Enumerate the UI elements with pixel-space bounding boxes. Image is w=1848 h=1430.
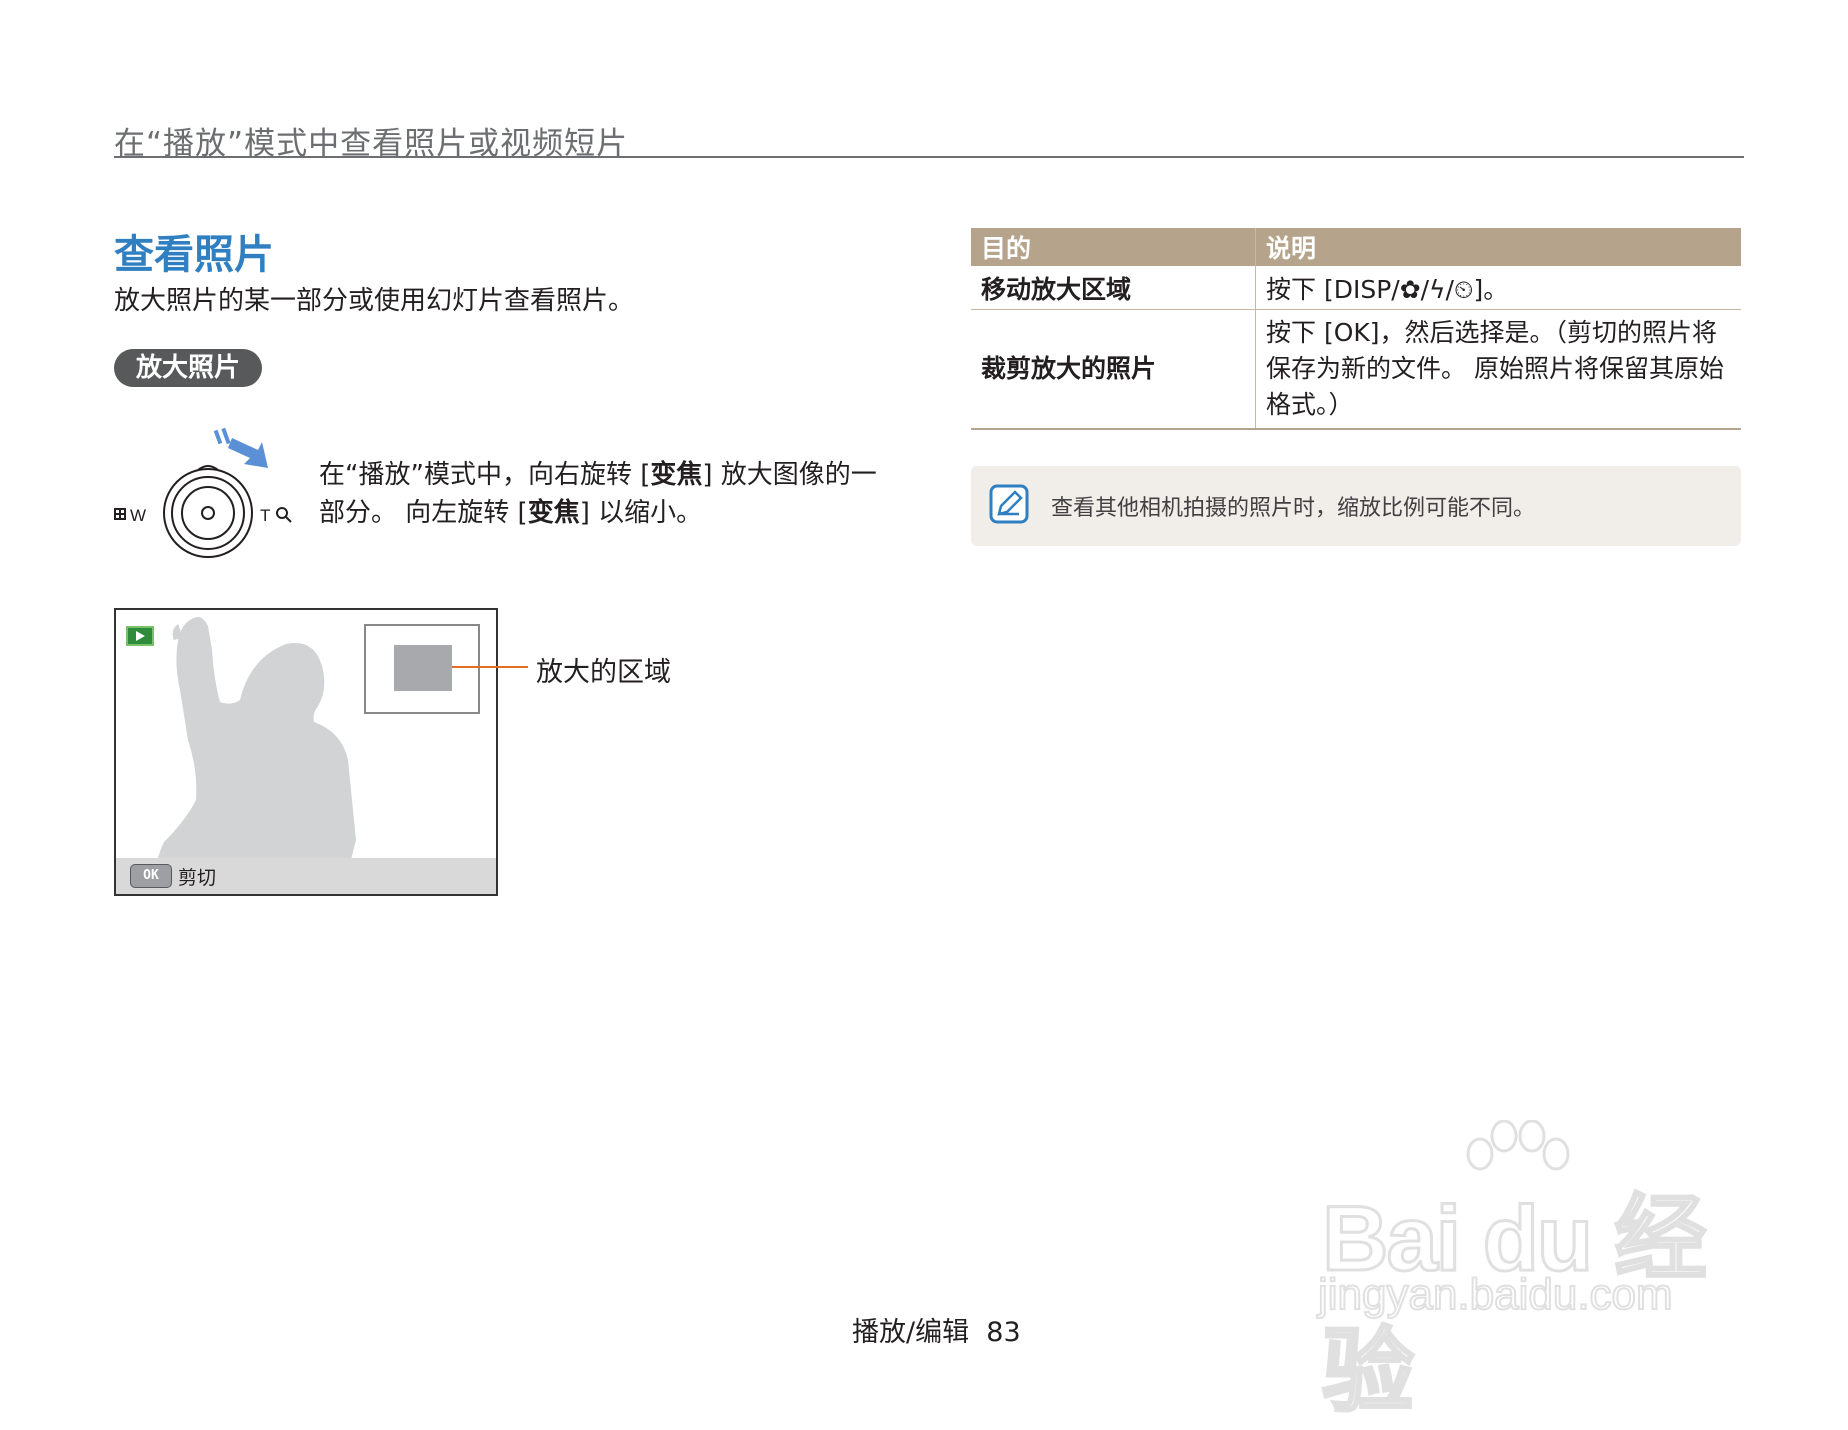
table-header-purpose: 目的 xyxy=(971,228,1256,266)
camera-screen-illustration: OK 剪切 xyxy=(114,608,498,896)
zoom-instruction: 在“播放”模式中，向右旋转 [变焦] 放大图像的一部分。 向左旋转 [变焦] 以… xyxy=(319,460,877,528)
table-row: 裁剪放大的照片 按下 [OK]，然后选择是。（剪切的照片将保存为新的文件。 原始… xyxy=(971,309,1741,430)
watermark-url: jingyan.baidu.com xyxy=(1317,1269,1674,1320)
controls-table: 目的 说明 移动放大区域 按下 [DISP/✿/ϟ/⏲]。 裁剪放大的照片 按下… xyxy=(971,228,1741,430)
note-box: 查看其他相机拍摄的照片时，缩放比例可能不同。 xyxy=(971,466,1741,546)
zoom-dial-icon: W T xyxy=(114,427,292,558)
table-row: 移动放大区域 按下 [DISP/✿/ϟ/⏲]。 xyxy=(971,266,1741,310)
baidu-watermark: Bai du 经验 jingyan.baidu.com xyxy=(1310,1120,1750,1425)
table-cell-description: 按下 [OK]，然后选择是。（剪切的照片将保存为新的文件。 原始照片将保留其原始… xyxy=(1255,309,1741,430)
note-text: 查看其他相机拍摄的照片时，缩放比例可能不同。 xyxy=(1051,496,1536,521)
section-description: 放大照片的某一部分或使用幻灯片查看照片。 xyxy=(114,286,635,316)
footer-section: 播放/编辑 xyxy=(852,1317,970,1348)
dial-w-label: W xyxy=(130,506,146,525)
header-divider xyxy=(114,156,1744,158)
crop-label: 剪切 xyxy=(178,867,217,889)
section-title: 查看照片 xyxy=(114,232,274,278)
table-header-description: 说明 xyxy=(1255,228,1741,266)
table-cell-purpose: 移动放大区域 xyxy=(971,266,1256,310)
page-footer: 播放/编辑 83 xyxy=(852,1310,1021,1349)
table-cell-description: 按下 [DISP/✿/ϟ/⏲]。 xyxy=(1255,266,1741,310)
ok-button-icon: OK xyxy=(130,864,172,888)
dial-t-label: T xyxy=(260,506,270,525)
note-pencil-icon xyxy=(989,484,1029,524)
playback-mode-icon xyxy=(126,626,154,646)
subsection-label: 放大照片 xyxy=(114,349,263,387)
page-number: 83 xyxy=(986,1317,1021,1348)
table-cell-purpose: 裁剪放大的照片 xyxy=(971,309,1256,430)
zoomed-area-callout: 放大的区域 xyxy=(536,657,671,688)
zoomed-area-indicator xyxy=(394,645,452,691)
screen-bottom-bar: OK 剪切 xyxy=(116,858,496,894)
callout-line xyxy=(452,666,528,668)
